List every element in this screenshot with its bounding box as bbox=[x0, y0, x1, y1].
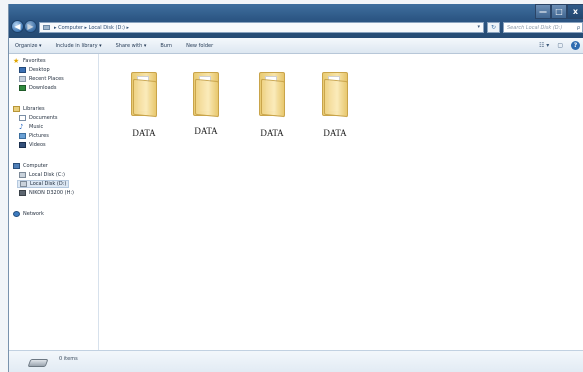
minimize-button[interactable]: — bbox=[535, 4, 551, 19]
close-button[interactable]: x bbox=[567, 4, 583, 19]
hard-drive-icon bbox=[19, 172, 26, 178]
libraries-icon bbox=[13, 106, 20, 112]
chevron-down-icon[interactable]: ▾ bbox=[477, 24, 480, 30]
nav-videos[interactable]: Videos bbox=[19, 142, 46, 148]
folder-name: DATA bbox=[260, 128, 284, 138]
nav-local-disk-d[interactable]: Local Disk (D:) bbox=[17, 180, 70, 188]
folder-item[interactable]: DATA bbox=[252, 72, 292, 142]
organize-menu[interactable]: Organize ▾ bbox=[15, 43, 42, 49]
recent-places-icon bbox=[19, 76, 26, 82]
refresh-button[interactable]: ↻ bbox=[487, 22, 500, 33]
folder-icon bbox=[193, 72, 219, 118]
back-button[interactable]: ◀ bbox=[11, 20, 24, 33]
folder-item[interactable]: DATA bbox=[186, 72, 226, 142]
nav-desktop[interactable]: Desktop bbox=[19, 67, 50, 73]
navigation-pane: ★ Favorites Desktop Recent Places Downlo… bbox=[9, 54, 99, 350]
search-placeholder: Search Local Disk (D:) bbox=[507, 25, 563, 31]
nav-favorites[interactable]: ★ Favorites bbox=[13, 57, 46, 65]
hard-drive-icon bbox=[20, 181, 27, 187]
share-with-menu[interactable]: Share with ▾ bbox=[116, 43, 147, 49]
pictures-icon bbox=[19, 133, 26, 139]
burn-button[interactable]: Burn bbox=[160, 43, 172, 49]
downloads-icon bbox=[19, 85, 26, 91]
nav-network[interactable]: Network bbox=[13, 211, 44, 217]
maximize-button[interactable]: □ bbox=[551, 4, 567, 19]
change-view-icon[interactable]: ☷ ▾ bbox=[539, 41, 549, 50]
nav-libraries[interactable]: Libraries bbox=[13, 106, 45, 112]
nav-documents[interactable]: Documents bbox=[19, 115, 58, 121]
item-count: 0 items bbox=[59, 356, 78, 362]
new-folder-button[interactable]: New folder bbox=[186, 43, 213, 49]
nav-computer[interactable]: Computer bbox=[13, 163, 48, 169]
folder-name: DATA bbox=[323, 128, 347, 138]
title-bar: — □ x ◀ ▶ ▸ Computer ▸ Local Disk (D:) ▸… bbox=[9, 4, 583, 38]
help-icon[interactable]: ? bbox=[571, 41, 580, 50]
drive-icon bbox=[27, 359, 49, 367]
removable-drive-icon bbox=[19, 190, 26, 196]
computer-icon bbox=[13, 163, 20, 169]
command-bar: Organize ▾ Include in library ▾ Share wi… bbox=[9, 38, 583, 54]
folder-item[interactable]: DATA bbox=[124, 72, 164, 142]
search-icon[interactable]: ρ bbox=[577, 23, 580, 33]
nav-recent-places[interactable]: Recent Places bbox=[19, 76, 64, 82]
search-input[interactable]: Search Local Disk (D:) ρ bbox=[503, 22, 583, 33]
breadcrumb[interactable]: ▸ Computer ▸ Local Disk (D:) ▸ bbox=[54, 25, 129, 31]
forward-button[interactable]: ▶ bbox=[24, 20, 37, 33]
nav-music[interactable]: ♪ Music bbox=[19, 123, 43, 131]
folder-icon bbox=[259, 72, 285, 118]
nav-pictures[interactable]: Pictures bbox=[19, 133, 49, 139]
folder-icon bbox=[322, 72, 348, 118]
include-in-library-menu[interactable]: Include in library ▾ bbox=[56, 43, 102, 49]
documents-icon bbox=[19, 115, 26, 121]
computer-icon bbox=[43, 25, 50, 30]
star-icon: ★ bbox=[13, 57, 20, 65]
nav-local-disk-c[interactable]: Local Disk (C:) bbox=[19, 172, 65, 178]
explorer-window: — □ x ◀ ▶ ▸ Computer ▸ Local Disk (D:) ▸… bbox=[8, 4, 583, 372]
network-icon bbox=[13, 211, 20, 217]
folder-name: DATA bbox=[132, 128, 156, 138]
folder-item[interactable]: DATA bbox=[315, 72, 355, 142]
preview-pane-icon[interactable]: ▢ bbox=[557, 41, 563, 50]
nav-downloads[interactable]: Downloads bbox=[19, 85, 56, 91]
folder-name: DATA bbox=[194, 126, 218, 136]
address-bar[interactable]: ▸ Computer ▸ Local Disk (D:) ▸ ▾ bbox=[39, 22, 484, 33]
music-icon: ♪ bbox=[19, 123, 24, 131]
toolbar-right-group: ☷ ▾ ▢ ? bbox=[539, 41, 580, 50]
videos-icon bbox=[19, 142, 26, 148]
file-list[interactable]: DATA DATA DATA DATA bbox=[100, 54, 583, 350]
details-pane: 0 items bbox=[9, 350, 583, 372]
nav-nikon-h[interactable]: NIKON D3200 (H:) bbox=[19, 190, 74, 196]
folder-icon bbox=[131, 72, 157, 118]
desktop-icon bbox=[19, 67, 26, 73]
